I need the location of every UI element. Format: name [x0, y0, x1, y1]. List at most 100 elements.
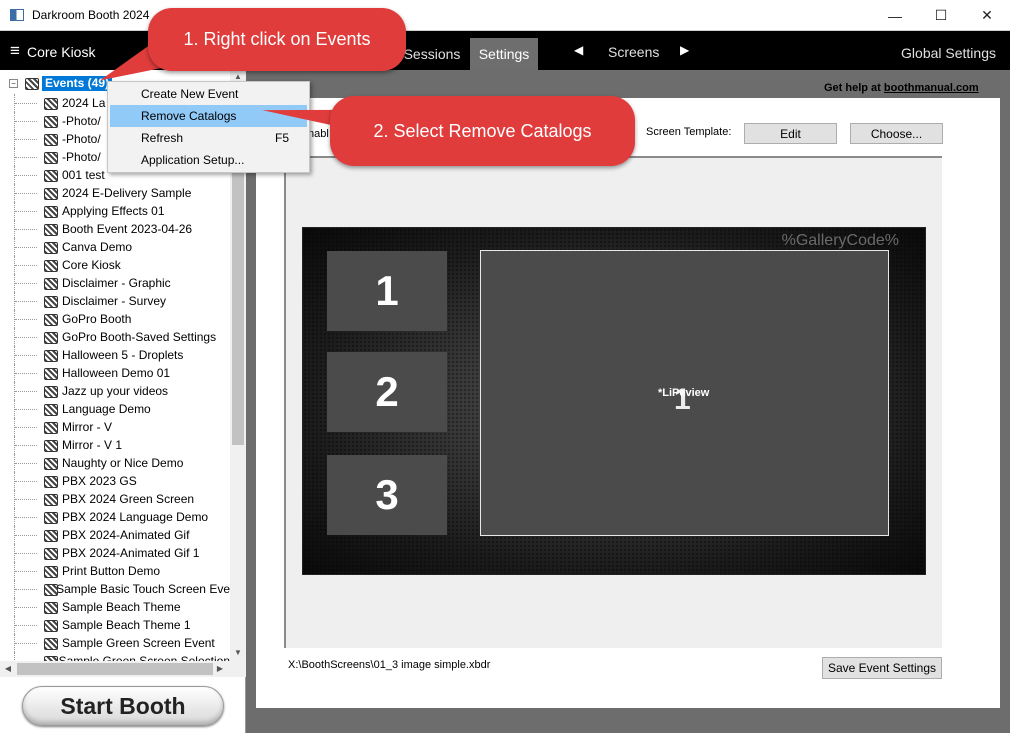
tree-item[interactable]: Sample Beach Theme 1: [0, 616, 230, 634]
refresh-shortcut: F5: [274, 131, 289, 145]
tree-item-label: Sample Green Screen Selection: [58, 654, 230, 661]
tree-item[interactable]: Jazz up your videos: [0, 382, 230, 400]
scroll-down-icon[interactable]: ▼: [230, 648, 246, 657]
tab-sessions[interactable]: Sessions: [398, 38, 466, 70]
tree-item-label: Halloween 5 - Droplets: [62, 348, 184, 362]
event-settings-panel: nabl Screen Template: Edit Choose... %Ga…: [256, 98, 1000, 708]
hamburger-menu-icon[interactable]: ≡: [10, 42, 20, 59]
horizontal-scroll-thumb[interactable]: [17, 663, 213, 675]
tree-item[interactable]: Sample Beach Theme: [0, 598, 230, 616]
window-controls: — ☐ ✕: [872, 0, 1010, 31]
tree-item[interactable]: Mirror - V: [0, 418, 230, 436]
tree-item[interactable]: Sample Basic Touch Screen Eve: [0, 580, 230, 598]
tree-item-label: Mirror - V: [62, 420, 112, 434]
global-settings-link[interactable]: Global Settings: [901, 45, 996, 61]
kiosk-label[interactable]: Core Kiosk: [27, 44, 95, 60]
tree-item[interactable]: GoPro Booth-Saved Settings: [0, 328, 230, 346]
tree-item-label: Print Button Demo: [62, 564, 161, 578]
tree-item[interactable]: PBX 2024-Animated Gif 1: [0, 544, 230, 562]
event-icon: [42, 527, 58, 543]
next-screen-arrow-icon[interactable]: ▶: [680, 43, 689, 57]
tree-item-label: -Photo/: [62, 132, 101, 146]
choose-template-button[interactable]: Choose...: [850, 123, 943, 144]
help-link[interactable]: Get help at boothmanual.com: [824, 82, 979, 94]
tree-item-label: Sample Basic Touch Screen Eve: [56, 582, 230, 596]
context-menu: Create New Event Remove Catalogs Refresh…: [107, 81, 310, 173]
tree-item[interactable]: PBX 2024 Green Screen: [0, 490, 230, 508]
tree-item[interactable]: Mirror - V 1: [0, 436, 230, 454]
event-icon: [42, 131, 58, 147]
template-file-path: X:\BoothScreens\01_3 image simple.xbdr: [288, 659, 491, 671]
tree-root-events[interactable]: − Events (49): [0, 74, 113, 92]
tree-item-label: Core Kiosk: [62, 258, 121, 272]
event-icon: [42, 221, 58, 237]
tree-item-label: Booth Event 2023-04-26: [62, 222, 193, 236]
save-event-settings-button[interactable]: Save Event Settings: [822, 657, 942, 679]
tree-item-label: PBX 2024-Animated Gif 1: [62, 546, 200, 560]
tree-item-label: Canva Demo: [62, 240, 133, 254]
event-icon: [42, 563, 58, 579]
start-booth-button[interactable]: Start Booth: [22, 686, 224, 726]
tree-item[interactable]: PBX 2024-Animated Gif: [0, 526, 230, 544]
tree-item[interactable]: PBX 2024 Language Demo: [0, 508, 230, 526]
edit-template-button[interactable]: Edit: [744, 123, 837, 144]
event-folder-icon: [23, 75, 39, 91]
tree-item[interactable]: Language Demo: [0, 400, 230, 418]
maximize-icon[interactable]: ☐: [918, 0, 964, 31]
tree-item-label: -Photo/: [62, 114, 101, 128]
help-prefix: Get help at: [824, 82, 884, 94]
tree-item-label: Language Demo: [62, 402, 151, 416]
event-icon: [42, 311, 58, 327]
tree-item-label: PBX 2024 Language Demo: [62, 510, 209, 524]
screen-template-label: Screen Template:: [646, 126, 732, 138]
scroll-right-icon[interactable]: ▶: [212, 664, 228, 673]
menu-item-label: Refresh: [141, 131, 184, 145]
tree-item[interactable]: Applying Effects 01: [0, 202, 230, 220]
tree-item[interactable]: Disclaimer - Survey: [0, 292, 230, 310]
event-icon: [42, 635, 58, 651]
tree-item[interactable]: Print Button Demo: [0, 562, 230, 580]
event-icon: [42, 419, 58, 435]
help-site-link[interactable]: boothmanual.com: [884, 82, 979, 94]
close-icon[interactable]: ✕: [964, 0, 1010, 31]
scroll-up-icon[interactable]: ▲: [230, 72, 246, 81]
tree-item[interactable]: GoPro Booth: [0, 310, 230, 328]
tree-item[interactable]: Sample Green Screen Event: [0, 634, 230, 652]
event-icon: [42, 581, 59, 597]
event-icon: [42, 167, 58, 183]
event-icon: [42, 257, 58, 273]
event-icon: [42, 95, 58, 111]
tree-item[interactable]: Canva Demo: [0, 238, 230, 256]
tree-item[interactable]: Sample Green Screen Selection: [0, 652, 230, 661]
collapse-icon[interactable]: −: [9, 78, 18, 88]
tree-item[interactable]: 2024 E-Delivery Sample: [0, 184, 230, 202]
tree-item[interactable]: Halloween 5 - Droplets: [0, 346, 230, 364]
minimize-icon[interactable]: —: [872, 0, 918, 31]
menu-item-application-setup[interactable]: Application Setup...: [110, 149, 307, 171]
app-icon: [10, 9, 24, 21]
enable-label: nabl: [308, 128, 329, 140]
photo-slot-1: 1: [327, 251, 447, 331]
menu-item-create-new-event[interactable]: Create New Event: [110, 83, 307, 105]
template-preview-area: %GalleryCode% 1 2 3 1 *LiPeview: [284, 156, 942, 648]
tab-settings[interactable]: Settings: [470, 38, 538, 70]
tree-item-label: Disclaimer - Graphic: [62, 276, 171, 290]
tree-item[interactable]: Disclaimer - Graphic: [0, 274, 230, 292]
event-icon: [42, 203, 58, 219]
event-icon: [42, 599, 58, 615]
event-icon: [42, 473, 58, 489]
tree-item[interactable]: PBX 2023 GS: [0, 472, 230, 490]
tree-item-label: 001 test: [62, 168, 105, 182]
menu-item-refresh[interactable]: Refresh F5: [110, 127, 307, 149]
tree-item[interactable]: Halloween Demo 01: [0, 364, 230, 382]
tree-item[interactable]: Core Kiosk: [0, 256, 230, 274]
scroll-left-icon[interactable]: ◀: [0, 664, 16, 673]
horizontal-scrollbar[interactable]: ◀ ▶: [0, 661, 246, 677]
event-icon: [42, 491, 58, 507]
tree-item-label: PBX 2024 Green Screen: [62, 492, 195, 506]
tree-item[interactable]: Booth Event 2023-04-26: [0, 220, 230, 238]
event-icon: [42, 185, 58, 201]
prev-screen-arrow-icon[interactable]: ◀: [574, 43, 583, 57]
tree-item[interactable]: Naughty or Nice Demo: [0, 454, 230, 472]
screens-label[interactable]: Screens: [608, 44, 659, 60]
